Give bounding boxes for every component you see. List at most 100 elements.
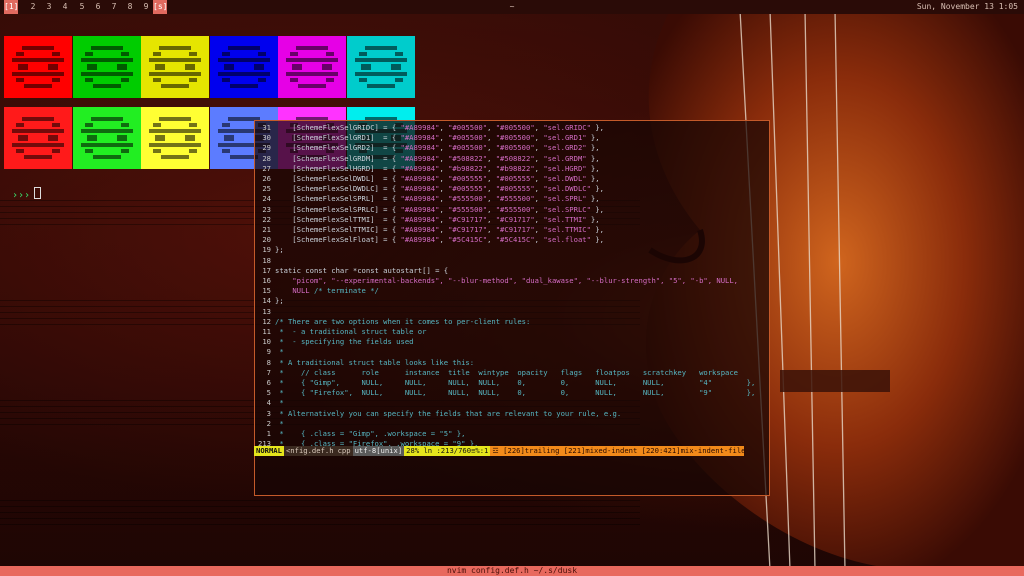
line-number: 7 <box>266 367 271 377</box>
status-bar-top: [1] 2 3 4 5 6 7 8 9 [s] ~ Sun, November … <box>0 0 1024 14</box>
space-invader-icon <box>209 36 278 98</box>
code-line[interactable]: 2 * <box>255 419 769 429</box>
color-tile <box>141 107 209 169</box>
cursor-position: 28% ln :213/760≡%:1 <box>404 446 491 456</box>
line-text: [SchemeFlexSelSPRLC] = { "#A89984", "#55… <box>275 204 604 214</box>
color-tile <box>4 107 72 169</box>
line-text: [SchemeFlexSelGRD1] = { "#A89984", "#005… <box>275 133 600 143</box>
nvim-statusline: NORMAL <nfig.def.h cpp utf-8[unix] 28% ln :2… <box>254 446 768 456</box>
file-type: cpp <box>335 446 353 456</box>
code-line[interactable]: 23 [SchemeFlexSelSPRLC] = { "#A89984", "… <box>255 205 769 215</box>
code-line[interactable]: 3 * Alternatively you can specify the fi… <box>255 409 769 419</box>
code-line[interactable]: 27 [SchemeFlexSelHGRD] = { "#A89984", "#… <box>255 164 769 174</box>
code-line[interactable]: 16 "picom", "--experimental-backends", "… <box>255 276 769 286</box>
code-line[interactable]: 10 * - specifying the fields used <box>255 337 769 347</box>
code-line[interactable]: 18 <box>255 256 769 266</box>
code-line[interactable]: 24 [SchemeFlexSelSPRL] = { "#A89984", "#… <box>255 194 769 204</box>
space-invader-icon <box>72 107 141 169</box>
whitespace-warnings: ☲ [226]trailing [221]mixed-indent [220:4… <box>490 446 746 456</box>
line-number: 18 <box>262 255 271 265</box>
line-number: 31 <box>262 123 271 132</box>
line-text: [SchemeFlexSelHGRD] = { "#A89984", "#b98… <box>275 163 600 173</box>
code-line[interactable]: 19}; <box>255 245 769 255</box>
line-text: * <box>275 398 284 408</box>
line-number: 19 <box>262 245 271 255</box>
line-text: /* There are two options when it comes t… <box>275 316 531 326</box>
code-line[interactable]: 8 * A traditional struct table looks lik… <box>255 358 769 368</box>
line-text: * A traditional struct table looks like … <box>275 357 475 367</box>
code-line[interactable]: 9 * <box>255 347 769 357</box>
space-invader-icon <box>141 36 209 98</box>
code-line[interactable]: 7 * // class role instance title wintype… <box>255 368 769 378</box>
line-text: [SchemeFlexSelTTMI] = { "#A89984", "#C91… <box>275 214 600 224</box>
code-line[interactable]: 5 * { "Firefox", NULL, NULL, NULL, NULL,… <box>255 388 769 398</box>
line-text: [SchemeFlexSelDWDLC] = { "#A89984", "#00… <box>275 184 604 194</box>
code-line[interactable]: 12 /* There are two options when it comes… <box>255 317 769 327</box>
window-title-bar-bottom: nvim config.def.h ~/.s/dusk <box>0 566 1024 576</box>
shell-prompt[interactable]: ››› <box>12 187 42 201</box>
space-invader-icon <box>4 36 72 98</box>
line-number: 1 <box>266 429 271 438</box>
code-line[interactable]: 22 [SchemeFlexSelTTMI] = { "#A89984", "#… <box>255 215 769 225</box>
code-line[interactable]: 11 * - a traditional struct table or <box>255 327 769 337</box>
color-tile <box>346 36 415 98</box>
code-line[interactable]: 21 [SchemeFlexSelTTMIC] = { "#A89984", "… <box>255 225 769 235</box>
nvim-window[interactable]: 31 [SchemeFlexSelGRIDC] = { "#A89984", "… <box>254 120 770 496</box>
code-line[interactable]: 25 [SchemeFlexSelDWDLC] = { "#A89984", "… <box>255 184 769 194</box>
line-number: 5 <box>266 388 271 398</box>
space-invader-icon <box>141 107 209 169</box>
code-line[interactable]: 28 [SchemeFlexSelGRDM] = { "#A89984", "#… <box>255 154 769 164</box>
line-text: * { "Gimp", NULL, NULL, NULL, NULL, 0, 0… <box>275 378 756 387</box>
code-line[interactable]: 15 NULL /* terminate */ <box>255 286 769 296</box>
line-number: 21 <box>262 225 271 234</box>
code-line[interactable]: 17 static const char *const autostart[] =… <box>255 266 769 276</box>
line-number: 16 <box>262 276 271 285</box>
space-invader-icon <box>346 36 415 98</box>
line-text: [SchemeFlexSelFloat] = { "#A89984", "#5C… <box>275 235 604 245</box>
color-tile <box>72 36 141 98</box>
line-number: 4 <box>266 398 271 408</box>
code-line[interactable]: 20 [SchemeFlexSelFloat] = { "#A89984", "… <box>255 235 769 245</box>
line-number: 24 <box>262 194 271 204</box>
line-text: [SchemeFlexSelGRIDC] = { "#A89984", "#00… <box>275 123 604 132</box>
line-number: 20 <box>262 235 271 245</box>
color-tile <box>4 36 72 98</box>
line-number: 12 <box>262 316 271 326</box>
line-text: [SchemeFlexSelGRDM] = { "#A89984", "#508… <box>275 153 600 163</box>
color-tile <box>209 36 278 98</box>
space-invader-icon <box>4 107 72 169</box>
line-text: }; <box>275 245 284 255</box>
code-line[interactable]: 31 [SchemeFlexSelGRIDC] = { "#A89984", "… <box>255 123 769 133</box>
code-line[interactable]: 13 <box>255 307 769 317</box>
code-line[interactable]: 26 [SchemeFlexSelDWDL] = { "#A89984", "#… <box>255 174 769 184</box>
space-invader-icon <box>278 36 346 98</box>
line-number: 13 <box>262 306 271 316</box>
code-line[interactable]: 6 * { "Gimp", NULL, NULL, NULL, NULL, 0,… <box>255 378 769 388</box>
clock: Sun, November 13 1:05 <box>916 2 1018 11</box>
code-line[interactable]: 1 * { .class = "Gimp", .workspace = "5" … <box>255 429 769 439</box>
line-text: * // class role instance title wintype o… <box>275 367 739 377</box>
line-text: * - specifying the fields used <box>275 337 414 347</box>
code-line[interactable]: 4 * <box>255 398 769 408</box>
mode-indicator: NORMAL <box>254 446 284 456</box>
line-text: * { "Firefox", NULL, NULL, NULL, NULL, 0… <box>275 388 756 398</box>
line-number: 23 <box>262 204 271 214</box>
code-line[interactable]: 29 [SchemeFlexSelGRD2] = { "#A89984", "#… <box>255 143 769 153</box>
focused-window-title: nvim config.def.h ~/.s/dusk <box>446 566 578 575</box>
line-text: * { .class = "Gimp", .workspace = "5" }, <box>275 429 466 438</box>
file-name: <nfig.def.h <box>283 446 336 456</box>
line-text: }; <box>275 296 284 306</box>
code-line[interactable]: 14}; <box>255 296 769 306</box>
cursor <box>34 187 42 199</box>
line-number: 9 <box>266 347 271 357</box>
file-encoding: utf-8[unix] <box>352 446 405 456</box>
line-text: [SchemeFlexSelSPRL] = { "#A89984", "#555… <box>275 194 600 204</box>
line-number: 3 <box>266 408 271 418</box>
line-text: NULL /* terminate */ <box>292 286 379 296</box>
line-text: static const char *const autostart[] = { <box>275 265 449 275</box>
code-line[interactable]: 30 [SchemeFlexSelGRD1] = { "#A89984", "#… <box>255 133 769 143</box>
line-text: * <box>275 418 284 428</box>
line-number: 28 <box>262 153 271 163</box>
line-number: 11 <box>262 327 271 336</box>
line-number: 6 <box>266 378 271 387</box>
